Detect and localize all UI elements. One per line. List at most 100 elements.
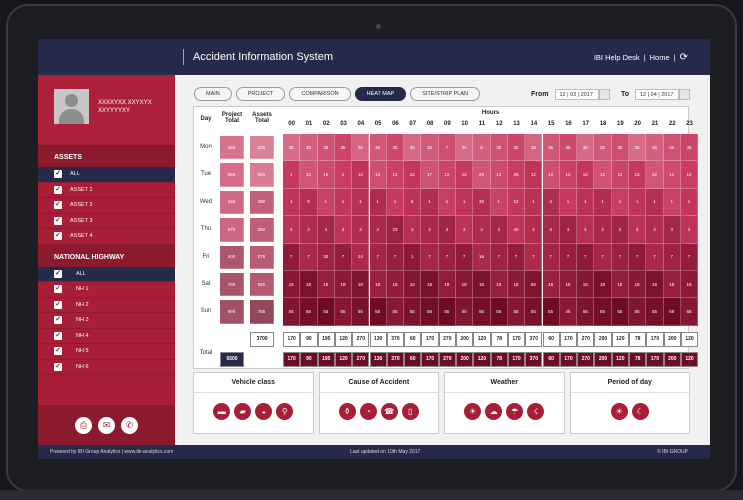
heat-cell[interactable]: 6 <box>404 188 422 217</box>
heat-cell[interactable]: 30 <box>317 243 335 271</box>
heat-cell[interactable]: 18 <box>680 271 699 299</box>
heat-cell[interactable]: 12 <box>611 161 629 189</box>
checkbox-check-icon[interactable]: ✓ <box>54 331 62 340</box>
heat-cell[interactable]: 18 <box>421 271 439 299</box>
heat-cell[interactable]: 1 <box>386 188 405 217</box>
heat-cell[interactable]: 35 <box>352 134 370 162</box>
heat-cell[interactable]: 35 <box>473 188 491 217</box>
heat-cell[interactable]: 3 <box>646 216 664 244</box>
heat-cell[interactable]: 1 <box>680 188 699 217</box>
heat-cell[interactable]: 12 <box>525 161 543 189</box>
heat-cell[interactable]: 12 <box>646 161 664 189</box>
heat-cell[interactable]: 35 <box>421 134 439 162</box>
heat-cell[interactable]: 3 <box>456 216 474 244</box>
heat-cell[interactable]: 55 <box>300 298 318 326</box>
rain-icon[interactable]: ☂ <box>506 403 524 420</box>
heat-cell[interactable]: 35 <box>369 134 387 162</box>
checkbox-check-icon[interactable]: ✓ <box>54 170 62 179</box>
heat-cell[interactable]: 18 <box>646 271 664 299</box>
asset-item[interactable]: ✓ ASSET 4 <box>38 229 175 245</box>
heat-cell[interactable]: 3 <box>525 216 543 244</box>
tab-site-strip-plan[interactable]: SITE/STRIP PLAN <box>410 87 480 101</box>
heat-cell[interactable]: 1 <box>283 188 301 217</box>
checkbox-check-icon[interactable]: ✓ <box>54 216 62 225</box>
heat-cell[interactable]: 35 <box>629 134 647 162</box>
heat-cell[interactable]: 12 <box>542 161 560 189</box>
highway-item[interactable]: ✓ NH 1 <box>38 282 175 298</box>
heat-cell[interactable]: 1 <box>456 188 474 217</box>
heat-cell[interactable]: 18 <box>369 271 387 299</box>
heat-cell[interactable]: 18 <box>386 271 405 299</box>
heat-cell[interactable]: 7 <box>594 243 612 271</box>
heat-cell[interactable]: 7 <box>334 243 353 271</box>
heat-cell[interactable]: 18 <box>507 271 526 299</box>
heat-cell[interactable]: 35 <box>680 134 699 162</box>
highway-item[interactable]: ✓ NH 4 <box>38 329 175 344</box>
heat-cell[interactable]: 7 <box>629 243 647 271</box>
heat-cell[interactable]: 3 <box>629 216 647 244</box>
tab-comparison[interactable]: COMPARISON <box>289 87 351 101</box>
heat-cell[interactable]: 45 <box>559 298 578 326</box>
heat-cell[interactable]: 3 <box>680 216 699 244</box>
heat-cell[interactable]: 7 <box>283 243 301 271</box>
heat-cell[interactable]: 1 <box>334 188 353 217</box>
heat-cell[interactable]: 15 <box>317 161 335 189</box>
heat-cell[interactable]: 7 <box>507 243 526 271</box>
heat-cell[interactable]: 55 <box>611 298 629 326</box>
heat-cell[interactable]: 1 <box>369 188 387 217</box>
tab-project[interactable]: PROJECT <box>235 87 286 101</box>
heat-cell[interactable]: 12 <box>559 161 578 189</box>
heat-cell[interactable]: 35 <box>317 134 335 162</box>
sun-icon[interactable]: ☀ <box>464 403 482 420</box>
checkbox-check-icon[interactable]: ✓ <box>54 347 62 356</box>
heat-cell[interactable]: 18 <box>542 271 560 299</box>
asset-item[interactable]: ✓ ASSET 3 <box>38 214 175 229</box>
heat-cell[interactable]: 18 <box>352 271 370 299</box>
heat-cell[interactable]: 55 <box>352 298 370 326</box>
heat-cell[interactable]: 35 <box>283 134 301 162</box>
heat-cell[interactable]: 3 <box>300 216 318 244</box>
heat-cell[interactable]: 9 <box>300 188 318 217</box>
heat-cell[interactable]: 3 <box>317 216 335 244</box>
heat-cell[interactable]: 3 <box>577 216 595 244</box>
tab-main[interactable]: MAIN <box>194 87 232 101</box>
heat-cell[interactable]: 55 <box>577 298 595 326</box>
heat-cell[interactable]: 55 <box>629 298 647 326</box>
heat-cell[interactable]: 7 <box>386 243 405 271</box>
day-icon[interactable]: ☀ <box>610 403 628 420</box>
mail-icon[interactable]: ✉ <box>98 416 115 434</box>
heat-cell[interactable]: 12 <box>456 161 474 189</box>
bus-icon[interactable]: ▬ <box>213 403 231 420</box>
heat-cell[interactable]: 23 <box>386 216 405 244</box>
bottle-icon[interactable]: ⚱ <box>338 403 356 420</box>
save-icon[interactable]: ⎙ <box>75 416 92 434</box>
heat-cell[interactable]: 35 <box>525 134 543 162</box>
heat-cell[interactable]: 18 <box>629 271 647 299</box>
checkbox-check-icon[interactable]: ✓ <box>54 316 62 325</box>
heat-cell[interactable]: 5 <box>473 134 491 162</box>
heat-cell[interactable]: 18 <box>577 271 595 299</box>
heat-cell[interactable]: 12 <box>369 161 387 189</box>
heat-cell[interactable]: 17 <box>421 161 439 189</box>
heat-cell[interactable]: 3 <box>473 216 491 244</box>
heat-cell[interactable]: 1 <box>490 188 508 217</box>
heat-cell[interactable]: 12 <box>352 161 370 189</box>
heat-cell[interactable]: 1 <box>577 188 595 217</box>
heat-cell[interactable]: 4 <box>542 188 560 217</box>
heat-cell[interactable]: 35 <box>542 134 560 162</box>
heat-cell[interactable]: 35 <box>594 134 612 162</box>
heat-cell[interactable]: 12 <box>438 161 456 189</box>
asset-item[interactable]: ✓ ASSET 1 <box>38 183 175 198</box>
from-date-input[interactable]: 12 | 03 | 2017 <box>554 89 599 100</box>
heat-cell[interactable]: 55 <box>525 298 543 326</box>
heat-cell[interactable]: 35 <box>611 134 629 162</box>
heat-cell[interactable]: 7 <box>577 243 595 271</box>
heat-cell[interactable]: 55 <box>646 298 664 326</box>
heat-cell[interactable]: 7 <box>525 243 543 271</box>
heat-cell[interactable]: 12 <box>404 161 422 189</box>
heat-cell[interactable]: 3 <box>369 216 387 244</box>
heat-cell[interactable]: 1 <box>525 188 543 217</box>
heat-cell[interactable]: 35 <box>646 134 664 162</box>
heat-cell[interactable]: 18 <box>594 271 612 299</box>
heat-cell[interactable]: 7 <box>490 243 508 271</box>
